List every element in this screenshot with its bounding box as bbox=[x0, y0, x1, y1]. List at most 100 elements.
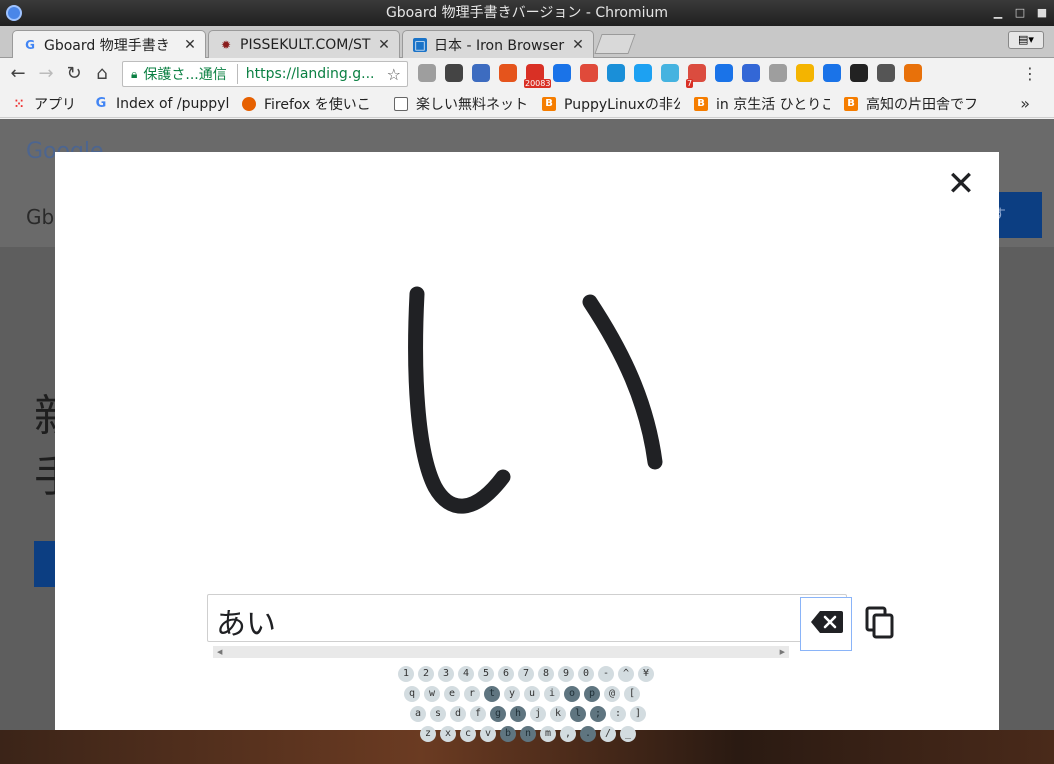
maximize-icon[interactable]: □ bbox=[1014, 7, 1026, 19]
e-icon[interactable] bbox=[607, 64, 625, 82]
fox-icon[interactable] bbox=[904, 64, 922, 82]
key[interactable]: 2 bbox=[418, 666, 434, 682]
tab-gboard[interactable]: G Gboard 物理手書き ✕ bbox=[12, 30, 206, 59]
globe-dark-icon[interactable] bbox=[445, 64, 463, 82]
bookmark-apps[interactable]: ⁙ アプリ bbox=[12, 95, 82, 113]
key[interactable]: e bbox=[444, 686, 460, 702]
close-window-icon[interactable]: ■ bbox=[1036, 7, 1048, 19]
security-chip[interactable]: 保護さ...通信 bbox=[143, 64, 238, 84]
calendar-icon[interactable] bbox=[742, 64, 760, 82]
tab-close-icon[interactable]: ✕ bbox=[183, 37, 197, 53]
key[interactable]: . bbox=[580, 726, 596, 742]
key[interactable]: s bbox=[430, 706, 446, 722]
key[interactable]: f bbox=[470, 706, 486, 722]
tab-close-icon[interactable]: ✕ bbox=[377, 37, 391, 53]
grey-globe-icon[interactable] bbox=[769, 64, 787, 82]
key[interactable]: / bbox=[600, 726, 616, 742]
new-tab-button[interactable] bbox=[594, 34, 636, 54]
key[interactable]: 6 bbox=[498, 666, 514, 682]
key[interactable]: w bbox=[424, 686, 440, 702]
key[interactable]: h bbox=[510, 706, 526, 722]
edit-icon[interactable] bbox=[796, 64, 814, 82]
globe-blue-icon[interactable] bbox=[472, 64, 490, 82]
forward-icon[interactable]: → bbox=[36, 64, 56, 84]
key[interactable]: v bbox=[480, 726, 496, 742]
key[interactable]: - bbox=[598, 666, 614, 682]
tab-pissekult[interactable]: ✹ PISSEKULT.COM/ST ✕ bbox=[208, 30, 400, 58]
key[interactable]: 8 bbox=[538, 666, 554, 682]
key[interactable]: y bbox=[504, 686, 520, 702]
key[interactable]: , bbox=[560, 726, 576, 742]
key[interactable]: ^ bbox=[618, 666, 634, 682]
key[interactable]: 3 bbox=[438, 666, 454, 682]
key[interactable]: i bbox=[544, 686, 560, 702]
gmail-icon[interactable]: 20083 bbox=[524, 64, 552, 88]
key[interactable]: c bbox=[460, 726, 476, 742]
home-icon[interactable]: ⌂ bbox=[92, 64, 112, 84]
tab-close-icon[interactable]: ✕ bbox=[571, 37, 585, 53]
key[interactable]: ] bbox=[630, 706, 646, 722]
grey-circle-icon[interactable] bbox=[418, 64, 436, 82]
key[interactable]: 4 bbox=[458, 666, 474, 682]
key[interactable]: b bbox=[500, 726, 516, 742]
key[interactable]: z bbox=[420, 726, 436, 742]
key[interactable]: p bbox=[584, 686, 600, 702]
bookmark-firefox[interactable]: Firefox を使いこ bbox=[242, 95, 380, 113]
key[interactable]: o bbox=[564, 686, 580, 702]
horizontal-scrollbar[interactable]: ◀ ▶ bbox=[213, 646, 789, 658]
recognized-text-field[interactable]: あい bbox=[207, 594, 852, 651]
key[interactable]: 1 bbox=[398, 666, 414, 682]
key[interactable]: j bbox=[530, 706, 546, 722]
key[interactable]: d bbox=[450, 706, 466, 722]
key[interactable]: g bbox=[490, 706, 506, 722]
key[interactable]: _ bbox=[620, 726, 636, 742]
wifi-icon[interactable] bbox=[823, 64, 841, 82]
key[interactable]: 0 bbox=[578, 666, 594, 682]
scroll-right-icon[interactable]: ▶ bbox=[780, 646, 785, 658]
handwriting-canvas[interactable]: い bbox=[395, 262, 695, 562]
bookmarks-overflow-icon[interactable]: » bbox=[1020, 94, 1030, 113]
key[interactable]: n bbox=[520, 726, 536, 742]
key[interactable]: r bbox=[464, 686, 480, 702]
message-icon[interactable] bbox=[661, 64, 679, 82]
key[interactable]: m bbox=[540, 726, 556, 742]
key[interactable]: 7 bbox=[518, 666, 534, 682]
target-icon[interactable] bbox=[580, 64, 598, 82]
minimize-icon[interactable]: ▁ bbox=[992, 7, 1004, 19]
key[interactable]: k bbox=[550, 706, 566, 722]
key[interactable]: q bbox=[404, 686, 420, 702]
key[interactable]: ; bbox=[590, 706, 606, 722]
bookmark-puppylinux-blog[interactable]: B PuppyLinuxの非公 bbox=[542, 95, 680, 113]
key[interactable]: l bbox=[570, 706, 586, 722]
news-icon[interactable] bbox=[715, 64, 733, 82]
scroll-left-icon[interactable]: ◀ bbox=[217, 646, 222, 658]
back-icon[interactable]: ← bbox=[8, 64, 28, 84]
key[interactable]: 5 bbox=[478, 666, 494, 682]
key[interactable]: [ bbox=[624, 686, 640, 702]
url-text[interactable]: https://landing.g... bbox=[238, 66, 381, 82]
bookmark-kochi[interactable]: B 高知の片田舎でフ bbox=[844, 95, 982, 113]
bookmark-star-icon[interactable]: ☆ bbox=[381, 65, 407, 84]
key[interactable]: : bbox=[610, 706, 626, 722]
tab-iron-browser[interactable]: □ 日本 - Iron Browser ✕ bbox=[402, 30, 594, 58]
evernote-icon[interactable] bbox=[877, 64, 895, 82]
key[interactable]: 9 bbox=[558, 666, 574, 682]
screen-icon[interactable] bbox=[850, 64, 868, 82]
key[interactable]: t bbox=[484, 686, 500, 702]
bookmark-kyo-life[interactable]: B in 京生活 ひとりご bbox=[694, 95, 830, 113]
profile-button[interactable]: ▤▾ bbox=[1008, 31, 1044, 49]
twitter-icon[interactable] bbox=[634, 64, 652, 82]
backspace-button[interactable] bbox=[800, 597, 852, 651]
menu-icon[interactable]: ⋮ bbox=[1022, 64, 1038, 83]
office-icon[interactable] bbox=[499, 64, 517, 82]
key[interactable]: a bbox=[410, 706, 426, 722]
address-bar[interactable]: 🔒︎ 保護さ...通信 https://landing.g... ☆ bbox=[122, 61, 408, 87]
copy-button[interactable] bbox=[865, 606, 897, 640]
reload-icon[interactable]: ↻ bbox=[64, 64, 84, 84]
bookmark-index-puppylinux[interactable]: G Index of /puppyli bbox=[94, 95, 230, 113]
todoist-icon[interactable]: 7 bbox=[686, 64, 706, 88]
key[interactable]: ¥ bbox=[638, 666, 654, 682]
key[interactable]: @ bbox=[604, 686, 620, 702]
chat-icon[interactable] bbox=[553, 64, 571, 82]
key[interactable]: x bbox=[440, 726, 456, 742]
